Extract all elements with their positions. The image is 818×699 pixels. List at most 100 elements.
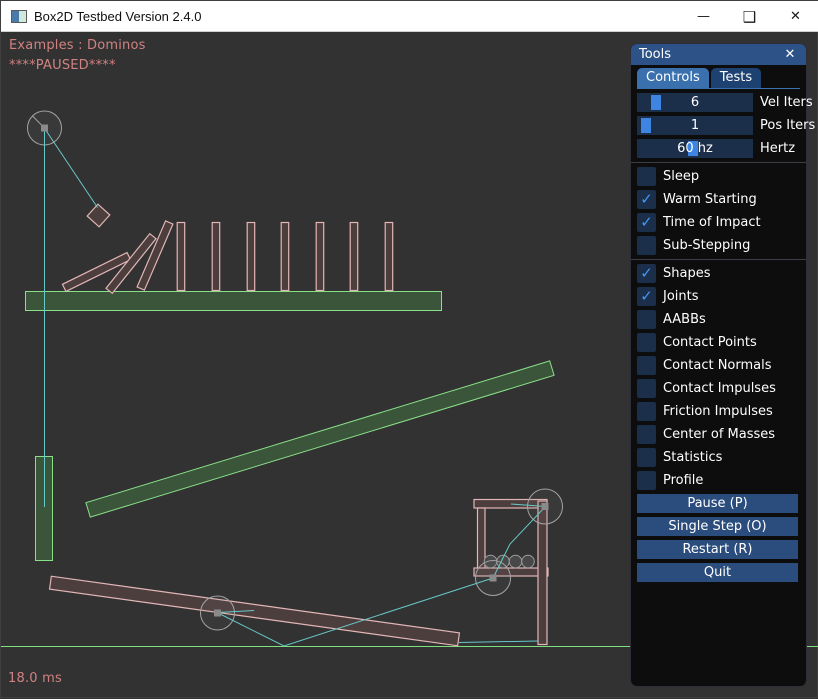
checkmark-icon: ✓ (640, 192, 653, 207)
checkbox-sub-stepping[interactable]: ✓ (637, 236, 656, 255)
joint-anchor-pulley (542, 503, 549, 510)
standing-domino-5[interactable] (316, 223, 324, 291)
checkbox-row-contact-points[interactable]: ✓ Contact Points (637, 333, 800, 352)
checkbox-row-time-of-impact[interactable]: ✓ Time of Impact (637, 213, 800, 232)
checkbox-contact-impulses[interactable]: ✓ (637, 379, 656, 398)
example-name-label: Examples : Dominos (9, 38, 146, 53)
tools-panel: Tools ✕ Controls Tests 6 Vel Iters 1 Pos… (630, 43, 807, 687)
checkbox-row-center-of-masses[interactable]: ✓ Center of Masses (637, 425, 800, 444)
checkbox-row-sleep[interactable]: ✓ Sleep (637, 167, 800, 186)
checkbox-time-of-impact[interactable]: ✓ (637, 213, 656, 232)
standing-domino-6[interactable] (350, 223, 358, 291)
close-button[interactable]: ✕ (780, 1, 811, 32)
checkbox-warm-starting[interactable]: ✓ (637, 190, 656, 209)
sleeping-ball-4[interactable] (522, 555, 535, 568)
joint-rope-ground (459, 641, 538, 643)
box2d-testbed-window: { "window": { "title": "Box2D Testbed Ve… (0, 0, 818, 698)
checkbox-row-joints[interactable]: ✓ Joints (637, 287, 800, 306)
checkbox-label: Profile (663, 473, 703, 488)
checkbox-label: Contact Impulses (663, 381, 776, 396)
checkbox-label: Sub-Stepping (663, 238, 750, 253)
checkbox-row-aabbs[interactable]: ✓ AABBs (637, 310, 800, 329)
pos-iters-label: Pos Iters (760, 118, 815, 133)
pos-iters-slider[interactable]: 1 (637, 116, 753, 135)
paused-status-label: ****PAUSED**** (9, 58, 116, 73)
pos-iters-row: 1 Pos Iters (637, 116, 800, 135)
tools-panel-titlebar[interactable]: Tools ✕ (631, 44, 806, 65)
checkbox-row-friction-impulses[interactable]: ✓ Friction Impulses (637, 402, 800, 421)
swinging-box[interactable] (87, 204, 110, 227)
checkbox-row-contact-impulses[interactable]: ✓ Contact Impulses (637, 379, 800, 398)
checkmark-icon: ✓ (640, 266, 653, 281)
joint-anchor-mid (490, 575, 497, 582)
checkbox-label: Center of Masses (663, 427, 775, 442)
checkbox-joints[interactable]: ✓ (637, 287, 656, 306)
checkbox-label: Sleep (663, 169, 699, 184)
tools-close-icon[interactable]: ✕ (782, 47, 798, 62)
standing-domino-2[interactable] (212, 223, 220, 291)
tools-panel-title: Tools (639, 47, 671, 62)
checkbox-row-contact-normals[interactable]: ✓ Contact Normals (637, 356, 800, 375)
tab-controls[interactable]: Controls (637, 68, 709, 88)
minimize-button[interactable]: — (688, 1, 719, 32)
hertz-row: 60 hz Hertz (637, 139, 800, 158)
standing-domino-7[interactable] (385, 223, 393, 291)
vel-iters-slider[interactable]: 6 (637, 93, 753, 112)
checkbox-statistics[interactable]: ✓ (637, 448, 656, 467)
checkbox-label: Contact Points (663, 335, 757, 350)
pos-iters-value: 1 (637, 116, 753, 135)
restart-button[interactable]: Restart (R) (637, 540, 798, 559)
static-platform (26, 292, 442, 311)
checkbox-sleep[interactable]: ✓ (637, 167, 656, 186)
pause-button[interactable]: Pause (P) (637, 494, 798, 513)
checkbox-label: Joints (663, 289, 699, 304)
joint-anchor-plank (214, 610, 221, 617)
checkmark-icon: ✓ (640, 289, 653, 304)
sleeping-ball-3[interactable] (509, 555, 522, 568)
checkbox-label: Contact Normals (663, 358, 772, 373)
frame-left-post[interactable] (478, 508, 486, 569)
window-titlebar[interactable]: Box2D Testbed Version 2.4.0 — ❑ ✕ (1, 1, 818, 32)
checkbox-profile[interactable]: ✓ (637, 471, 656, 490)
joint-anchor-pendulum (41, 125, 48, 132)
vel-iters-value: 6 (637, 93, 753, 112)
checkbox-row-profile[interactable]: ✓ Profile (637, 471, 800, 490)
maximize-button[interactable]: ❑ (734, 1, 765, 32)
checkbox-label: AABBs (663, 312, 706, 327)
checkbox-label: Warm Starting (663, 192, 757, 207)
checkbox-label: Time of Impact (663, 215, 761, 230)
checkbox-label: Shapes (663, 266, 710, 281)
checkbox-contact-normals[interactable]: ✓ (637, 356, 656, 375)
standing-domino-3[interactable] (247, 223, 255, 291)
checkmark-icon: ✓ (640, 215, 653, 230)
hertz-value: 60 hz (637, 139, 753, 158)
vel-iters-label: Vel Iters (760, 95, 813, 110)
checkbox-friction-impulses[interactable]: ✓ (637, 402, 656, 421)
separator (631, 162, 806, 163)
checkbox-label: Friction Impulses (663, 404, 773, 419)
separator (631, 259, 806, 260)
checkbox-row-warm-starting[interactable]: ✓ Warm Starting (637, 190, 800, 209)
single-step-button[interactable]: Single Step (O) (637, 517, 798, 536)
tab-tests[interactable]: Tests (711, 68, 761, 88)
checkbox-center-of-masses[interactable]: ✓ (637, 425, 656, 444)
checkbox-aabbs[interactable]: ✓ (637, 310, 656, 329)
static-ramp (86, 361, 554, 517)
checkbox-row-statistics[interactable]: ✓ Statistics (637, 448, 800, 467)
frame-time-label: 18.0 ms (8, 671, 62, 686)
window-title: Box2D Testbed Version 2.4.0 (34, 9, 201, 24)
checkbox-contact-points[interactable]: ✓ (637, 333, 656, 352)
joint-rope-pendulum (45, 129, 98, 208)
checkbox-row-sub-stepping[interactable]: ✓ Sub-Stepping (637, 236, 800, 255)
quit-button[interactable]: Quit (637, 563, 798, 582)
hertz-slider[interactable]: 60 hz (637, 139, 753, 158)
standing-domino-4[interactable] (281, 223, 289, 291)
tilting-plank[interactable] (50, 576, 460, 646)
vel-iters-row: 6 Vel Iters (637, 93, 800, 112)
standing-domino-1[interactable] (177, 223, 185, 291)
checkbox-row-shapes[interactable]: ✓ Shapes (637, 264, 800, 283)
checkbox-label: Statistics (663, 450, 722, 465)
checkbox-shapes[interactable]: ✓ (637, 264, 656, 283)
tools-tabbar: Controls Tests (637, 68, 800, 89)
app-icon[interactable] (11, 10, 27, 23)
